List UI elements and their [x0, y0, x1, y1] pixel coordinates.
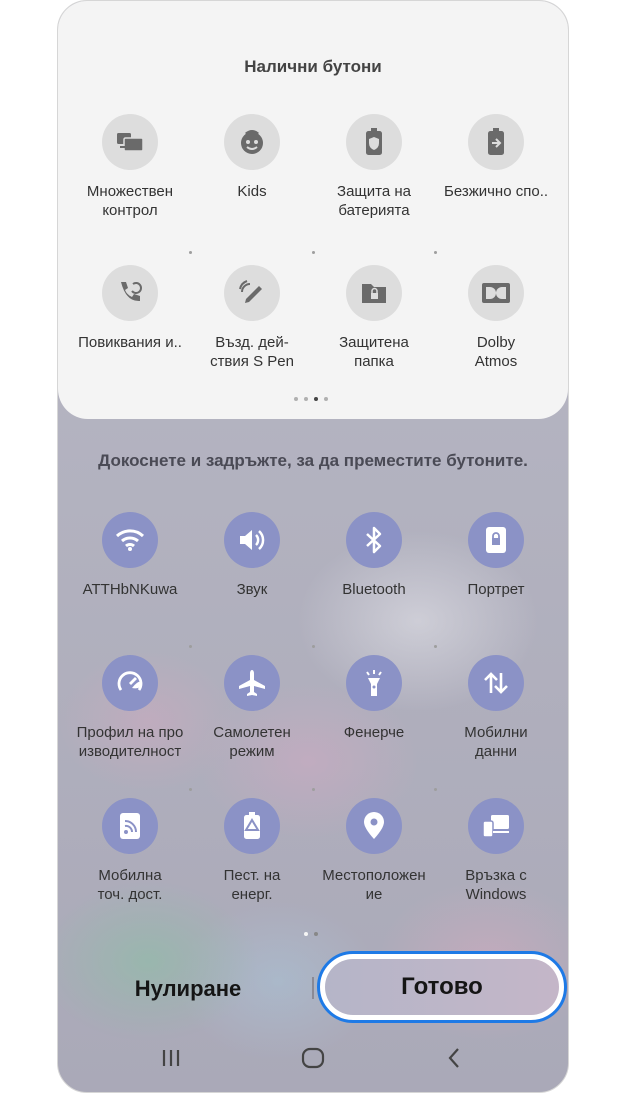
tile-label: Dolby Atmos	[474, 334, 518, 370]
done-button[interactable]: Готово	[325, 959, 559, 1015]
tile-wifi[interactable]: ATTHbNKuwa	[69, 512, 191, 599]
button-divider	[312, 977, 314, 999]
tile-wireless-share[interactable]: Безжично спо..	[435, 114, 557, 201]
separator-dot	[312, 251, 315, 254]
link-to-windows-icon	[468, 798, 524, 854]
tile-battery-protection[interactable]: Защита на батерията	[313, 114, 435, 220]
call-sync-icon	[102, 265, 158, 321]
location-icon	[346, 798, 402, 854]
portrait-lock-icon	[468, 512, 524, 568]
power-saving-icon	[224, 798, 280, 854]
tile-power-saving[interactable]: Пест. на енерг.	[191, 798, 313, 904]
tile-portrait[interactable]: Портрет	[435, 512, 557, 599]
wireless-share-icon	[468, 114, 524, 170]
tile-label: Връзка с Windows	[465, 867, 527, 903]
tile-label: Звук	[236, 581, 268, 598]
separator-dot	[312, 788, 315, 791]
tile-location[interactable]: Местоположен ие	[313, 798, 435, 904]
separator-dot	[189, 251, 192, 254]
airplane-icon	[224, 655, 280, 711]
battery-shield-icon	[346, 114, 402, 170]
available-page-indicator[interactable]	[294, 397, 328, 401]
tile-label: Портрет	[467, 581, 525, 598]
hint-text: Докоснете и задръжте, за да преместите б…	[98, 451, 528, 470]
sound-icon	[224, 512, 280, 568]
tile-label: ATTHbNKuwa	[82, 581, 178, 598]
bluetooth-icon	[346, 512, 402, 568]
performance-profile-icon	[102, 655, 158, 711]
secure-folder-icon	[346, 265, 402, 321]
back-icon[interactable]	[434, 1041, 474, 1075]
tile-label: Безжично спо..	[443, 183, 549, 200]
tile-label: Повиквания и..	[78, 334, 182, 351]
reset-button[interactable]: Нулиране	[88, 963, 288, 1013]
tile-performance-profile[interactable]: Профил на про изводителност	[69, 655, 191, 761]
flashlight-icon	[346, 655, 402, 711]
mobile-data-icon	[468, 655, 524, 711]
tile-label: Профил на про изводителност	[76, 724, 184, 760]
separator-dot	[189, 788, 192, 791]
tile-label: Защитена папка	[339, 334, 409, 370]
tile-label: Kids	[237, 183, 267, 200]
tile-label: Пест. на енерг.	[223, 867, 281, 903]
tile-s-pen[interactable]: Възд. дей- ствия S Pen	[191, 265, 313, 371]
tile-label: Възд. дей- ствия S Pen	[210, 334, 294, 370]
kids-face-icon	[224, 114, 280, 170]
tile-multi-control[interactable]: Множествен контрол	[69, 114, 191, 220]
tile-label: Защита на батерията	[337, 183, 411, 219]
tile-label: Множествен контрол	[86, 183, 174, 219]
done-button-highlight: Готово	[317, 951, 567, 1023]
tile-sound[interactable]: Звук	[191, 512, 313, 599]
tile-label: Фенерче	[343, 724, 405, 741]
separator-dot	[434, 251, 437, 254]
s-pen-icon	[224, 265, 280, 321]
tile-link-to-windows[interactable]: Връзка с Windows	[435, 798, 557, 904]
tile-mobile-data[interactable]: Мобилни данни	[435, 655, 557, 761]
wifi-icon	[102, 512, 158, 568]
separator-dot	[434, 645, 437, 648]
separator-dot	[189, 645, 192, 648]
tile-secure-folder[interactable]: Защитена папка	[313, 265, 435, 371]
panel-title: Налични бутони	[244, 57, 382, 76]
home-icon[interactable]	[293, 1041, 333, 1075]
navigation-bar	[58, 1041, 568, 1075]
tile-label: Местоположен ие	[322, 867, 426, 903]
hotspot-icon	[102, 798, 158, 854]
active-page-indicator[interactable]	[304, 932, 318, 936]
separator-dot	[312, 645, 315, 648]
recent-apps-icon[interactable]	[151, 1041, 191, 1075]
dolby-icon	[468, 265, 524, 321]
multi-control-icon	[102, 114, 158, 170]
tile-label: Самолетен режим	[213, 724, 291, 760]
tile-flashlight[interactable]: Фенерче	[313, 655, 435, 742]
tile-label: Bluetooth	[342, 581, 406, 598]
tile-label: Мобилна точ. дост.	[97, 867, 163, 903]
tile-bluetooth[interactable]: Bluetooth	[313, 512, 435, 599]
tile-kids[interactable]: Kids	[191, 114, 313, 201]
tile-dolby-atmos[interactable]: Dolby Atmos	[435, 265, 557, 371]
tile-calls[interactable]: Повиквания и..	[69, 265, 191, 352]
available-buttons-panel: Налични бутони Множествен контрол Kids З…	[58, 1, 568, 419]
tile-label: Мобилни данни	[464, 724, 528, 760]
tile-airplane-mode[interactable]: Самолетен режим	[191, 655, 313, 761]
separator-dot	[434, 788, 437, 791]
phone-screen: Налични бутони Множествен контрол Kids З…	[57, 0, 569, 1093]
tile-mobile-hotspot[interactable]: Мобилна точ. дост.	[69, 798, 191, 904]
